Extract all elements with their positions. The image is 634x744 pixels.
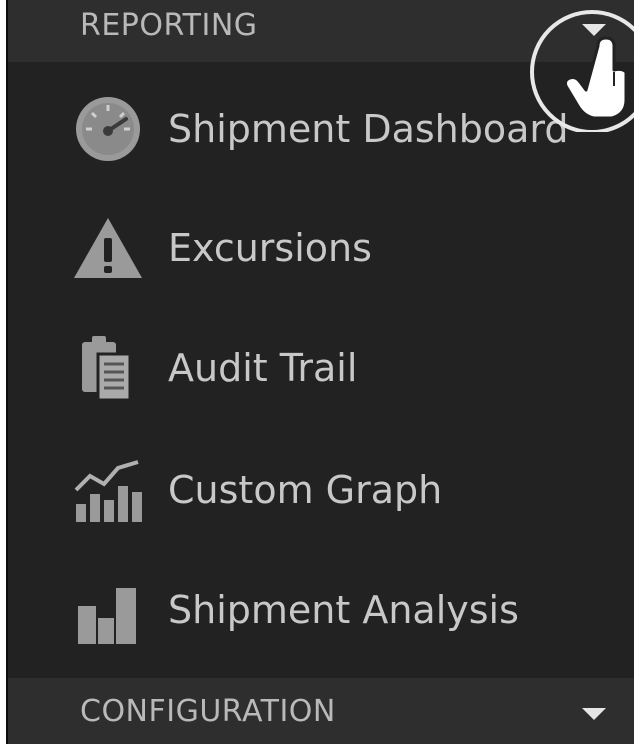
menu-item-custom-graph[interactable]: Custom Graph: [8, 440, 634, 540]
configuration-chevron-down-icon[interactable]: [582, 708, 606, 720]
speedometer-icon: [76, 97, 140, 161]
menu-item-label: Custom Graph: [168, 468, 443, 512]
cursor-hand-icon: [530, 10, 634, 132]
reporting-section-title: REPORTING: [80, 7, 258, 43]
menu-item-label: Excursions: [168, 226, 372, 270]
menu-item-shipment-analysis[interactable]: Shipment Analysis: [8, 560, 634, 660]
menu-item-audit-trail[interactable]: Audit Trail: [8, 318, 634, 418]
menu-item-label: Audit Trail: [168, 346, 358, 390]
menu-item-excursions[interactable]: Excursions: [8, 198, 634, 298]
graph-icon: [74, 460, 142, 522]
menu-item-label: Shipment Dashboard: [168, 107, 569, 151]
menu-item-label: Shipment Analysis: [168, 588, 519, 632]
configuration-section-title: CONFIGURATION: [80, 693, 336, 729]
navigation-panel: REPORTING Shipment Dashboard Excursions: [6, 0, 634, 744]
configuration-section-header[interactable]: CONFIGURATION: [8, 678, 634, 744]
warning-icon: [74, 218, 142, 278]
bar-chart-icon: [78, 588, 136, 644]
clipboard-icon: [82, 336, 132, 402]
